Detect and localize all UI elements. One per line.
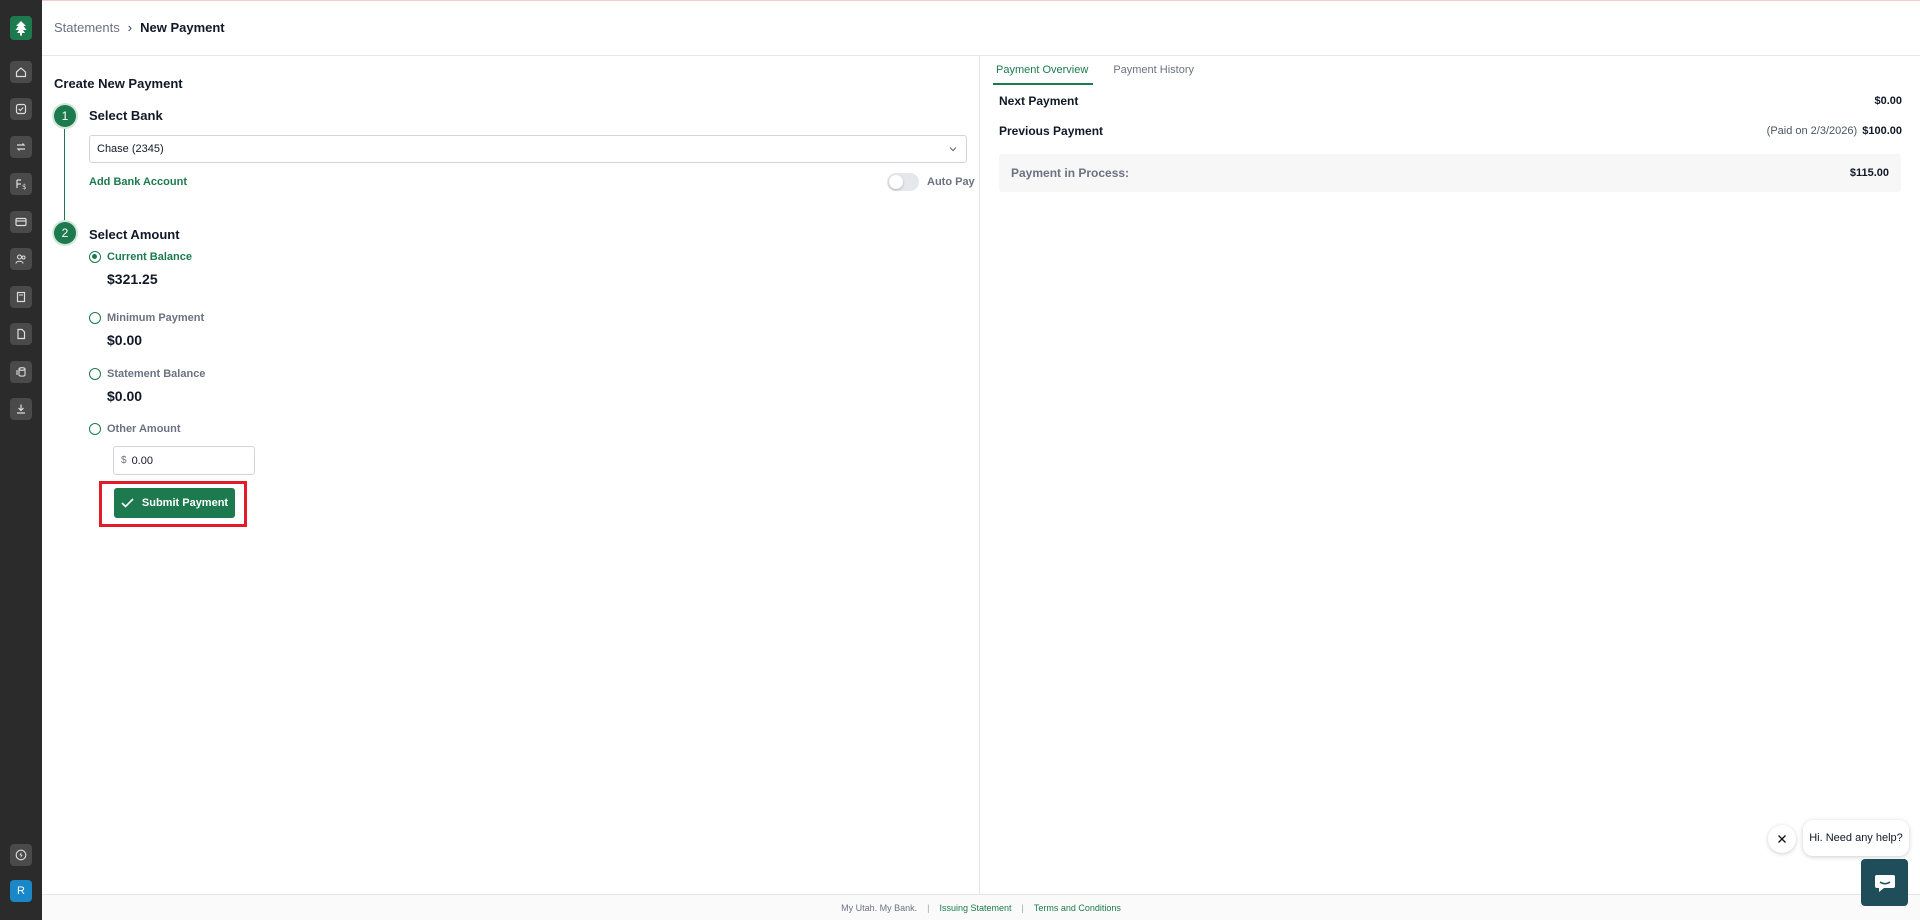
top-bar: Statements › New Payment: [42, 0, 1920, 56]
autopay-control: Auto Pay: [887, 173, 975, 191]
payments-icon[interactable]: $: [10, 173, 32, 195]
chat-close-button[interactable]: [1768, 825, 1796, 853]
step-2-badge: 2: [54, 222, 76, 244]
current-balance-label: Current Balance: [107, 251, 192, 263]
issuing-statement-link[interactable]: Issuing Statement: [939, 903, 1011, 913]
download-icon[interactable]: [10, 398, 32, 420]
tasks-check-icon[interactable]: [10, 98, 32, 120]
step-1-title: Select Bank: [89, 108, 163, 123]
submit-payment-label: Submit Payment: [141, 497, 229, 509]
database-icon[interactable]: [10, 361, 32, 383]
other-amount-field[interactable]: $: [113, 446, 255, 475]
chat-greeting-bubble[interactable]: Hi. Need any help?: [1803, 820, 1909, 856]
step-connector-line: [64, 116, 65, 238]
previous-payment-label: Previous Payment: [999, 124, 1104, 138]
next-payment-value: $0.00: [1874, 95, 1902, 107]
chat-icon: [1874, 874, 1895, 892]
breadcrumb-current: New Payment: [140, 20, 225, 35]
bank-select-dropdown[interactable]: Chase (2345): [89, 135, 967, 163]
tab-payment-overview[interactable]: Payment Overview: [993, 64, 1094, 85]
submit-payment-button[interactable]: Submit Payment: [114, 488, 235, 518]
footer: My Utah. My Bank. | Issuing Statement | …: [42, 894, 1920, 920]
option-current-balance[interactable]: Current Balance: [89, 251, 192, 263]
step-2-title: Select Amount: [89, 227, 180, 242]
other-amount-radio[interactable]: [89, 423, 101, 435]
current-balance-amount: $321.25: [107, 271, 158, 287]
autopay-toggle[interactable]: [887, 173, 919, 191]
other-amount-input[interactable]: [131, 454, 242, 467]
payment-in-process-card: Payment in Process: $115.00: [999, 154, 1901, 192]
current-balance-radio[interactable]: [89, 251, 101, 263]
previous-payment-value: $100.00: [1862, 125, 1902, 137]
statement-balance-label: Statement Balance: [107, 368, 206, 380]
footer-tagline: My Utah. My Bank.: [841, 902, 918, 913]
currency-symbol: $: [121, 455, 127, 466]
users-icon[interactable]: [10, 248, 32, 270]
statement-balance-radio[interactable]: [89, 368, 101, 380]
payment-overview-panel: Payment Overview Payment History Next Pa…: [981, 56, 1920, 894]
payment-form-panel: Create New Payment 1 Select Bank Chase (…: [42, 56, 980, 894]
option-minimum-payment[interactable]: Minimum Payment: [89, 312, 204, 324]
svg-text:$: $: [22, 183, 26, 190]
transfer-icon[interactable]: [10, 136, 32, 158]
step-1-badge: 1: [54, 105, 76, 127]
bank-logo-icon[interactable]: [10, 16, 32, 40]
user-avatar[interactable]: R: [10, 880, 32, 902]
bank-select-value: Chase (2345): [97, 143, 164, 155]
checkmark-icon: [121, 498, 134, 508]
card-icon[interactable]: [10, 211, 32, 233]
form-title: Create New Payment: [54, 76, 183, 91]
statements-book-icon[interactable]: [10, 286, 32, 308]
add-bank-account-link[interactable]: Add Bank Account: [89, 176, 187, 188]
terms-and-conditions-link[interactable]: Terms and Conditions: [1034, 903, 1121, 913]
previous-payment-value-group: (Paid on 2/3/2026) $100.00: [1767, 125, 1902, 137]
home-icon[interactable]: [10, 61, 32, 83]
chat-launcher-button[interactable]: [1861, 859, 1908, 906]
option-other-amount[interactable]: Other Amount: [89, 423, 181, 435]
sidebar: $ R: [0, 0, 42, 920]
payment-in-process-label: Payment in Process:: [1011, 166, 1130, 180]
minimum-payment-label: Minimum Payment: [107, 312, 205, 324]
other-amount-label: Other Amount: [107, 423, 181, 435]
quick-action-bolt-icon[interactable]: [10, 844, 32, 866]
breadcrumb-separator: ›: [127, 20, 133, 35]
next-payment-label: Next Payment: [999, 94, 1079, 108]
statement-balance-amount: $0.00: [107, 388, 143, 404]
toggle-knob: [889, 175, 903, 189]
option-statement-balance[interactable]: Statement Balance: [89, 368, 205, 380]
previous-payment-date-note: (Paid on 2/3/2026): [1766, 125, 1858, 137]
tab-payment-history[interactable]: Payment History: [1110, 64, 1199, 85]
chevron-down-icon: [949, 147, 957, 152]
breadcrumb-statements-link[interactable]: Statements: [54, 20, 120, 35]
minimum-payment-radio[interactable]: [89, 312, 101, 324]
minimum-payment-amount: $0.00: [107, 332, 143, 348]
autopay-label: Auto Pay: [927, 176, 975, 188]
breadcrumb: Statements › New Payment: [54, 20, 225, 35]
overview-tabs: Payment Overview Payment History: [993, 64, 1216, 85]
close-icon: [1778, 835, 1786, 843]
document-icon[interactable]: [10, 323, 32, 345]
payment-in-process-value: $115.00: [1849, 167, 1889, 179]
footer-separator: |: [1021, 902, 1024, 913]
footer-separator: |: [927, 902, 930, 913]
